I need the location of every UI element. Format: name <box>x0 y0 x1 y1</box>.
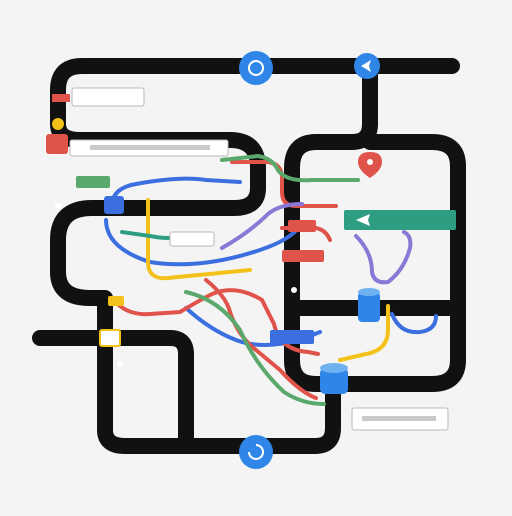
circle-node-top[interactable] <box>239 51 273 85</box>
label-box-left-green <box>76 176 110 188</box>
label-box-left-stub <box>99 329 121 347</box>
database-icon-bottom <box>320 363 348 394</box>
circle-node-bottom[interactable] <box>239 435 273 469</box>
station-red-center-2 <box>282 250 324 262</box>
station-right-dot-2 <box>117 361 123 367</box>
station-blue-bottom <box>270 330 314 344</box>
label-box-top-left <box>71 87 145 107</box>
station-blue-left <box>104 196 124 214</box>
label-box-bottom-right-stripe <box>362 416 436 421</box>
station-yellow-dot <box>52 118 64 130</box>
transit-diagram <box>0 0 512 512</box>
station-left-dot <box>55 203 61 209</box>
diagram-canvas <box>0 0 512 512</box>
label-box-center <box>169 231 215 247</box>
database-icon <box>358 288 380 322</box>
station-red-center-1 <box>288 220 316 232</box>
station-yellow-left <box>108 296 124 306</box>
circle-node-top-right[interactable] <box>354 53 380 79</box>
label-box-left-red <box>46 134 68 154</box>
label-box-top-left-marker <box>52 94 70 102</box>
label-box-banner-stripe <box>90 145 210 150</box>
station-right-dot-1 <box>291 287 297 293</box>
